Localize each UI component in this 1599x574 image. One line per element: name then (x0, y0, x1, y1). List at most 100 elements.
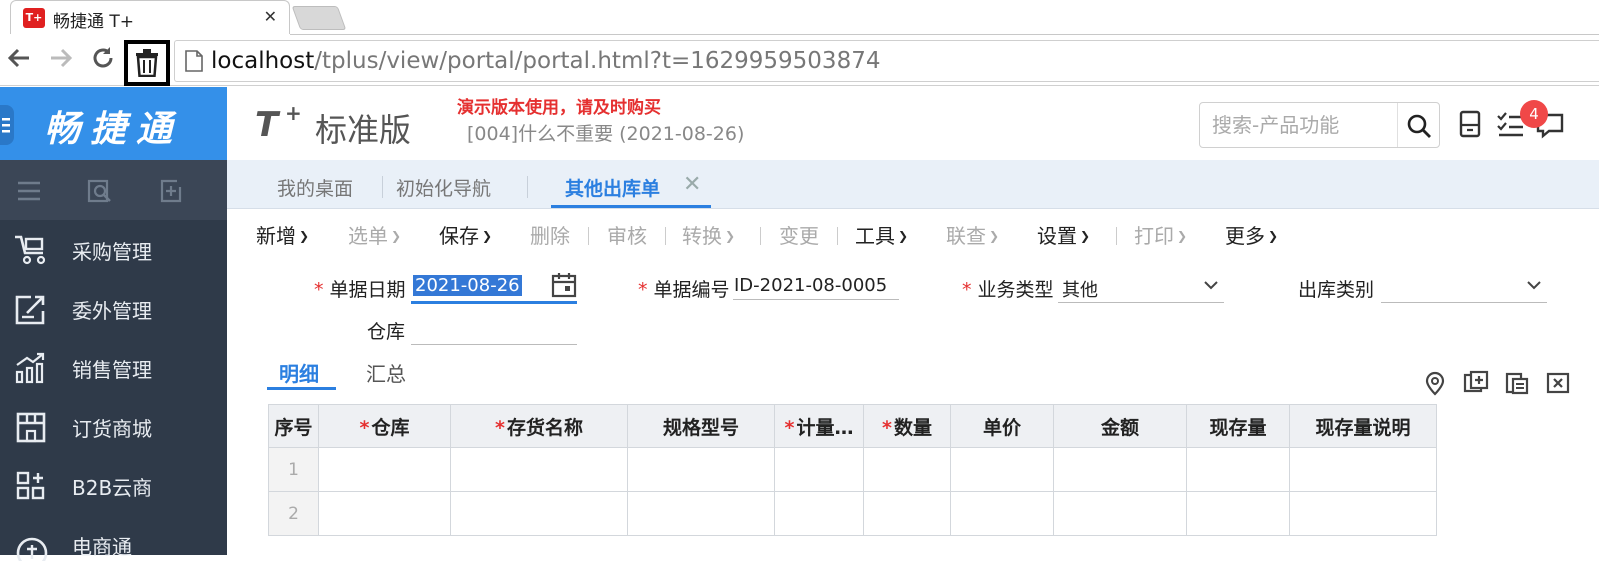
col-header-stock[interactable]: 现存量 (1186, 404, 1290, 448)
date-field-underline (411, 301, 577, 304)
tab-detail[interactable]: 明细 (279, 358, 319, 387)
add-button[interactable]: 新增 ❯ (256, 220, 309, 249)
cell[interactable] (318, 491, 451, 536)
sidebar-item-store[interactable]: 订货商城 (0, 397, 227, 456)
tab-other-outbound[interactable]: 其他出库单 (565, 174, 660, 201)
insert-row-icon[interactable] (1463, 370, 1489, 396)
biz-type-select[interactable]: 其他 (1062, 276, 1098, 302)
print-button[interactable]: 打印 ❯ (1134, 220, 1187, 249)
col-header-amount[interactable]: 金额 (1053, 404, 1187, 448)
cell[interactable] (450, 447, 628, 492)
chevron-down-icon[interactable] (1203, 279, 1219, 291)
cell[interactable] (627, 447, 775, 492)
tab-summary[interactable]: 汇总 (366, 358, 406, 387)
browser-tab[interactable]: T+ 畅捷通 T+ ✕ (10, 0, 290, 34)
save-button[interactable]: 保存 ❯ (439, 220, 492, 249)
search-icon[interactable] (1406, 113, 1432, 139)
cell[interactable] (950, 447, 1054, 492)
chevron-down-icon[interactable] (1526, 279, 1542, 291)
tab-my-desktop[interactable]: 我的桌面 (277, 174, 353, 201)
location-pin-icon[interactable] (1422, 370, 1448, 396)
chevron-down-icon: ❯ (482, 229, 493, 243)
table-row[interactable]: 2 (268, 491, 1437, 536)
sidebar-quick-actions (0, 160, 227, 220)
tools-button[interactable]: 工具 ❯ (855, 220, 908, 249)
cell[interactable] (627, 491, 775, 536)
brand-logo-text: 畅捷通 (44, 109, 183, 150)
new-tab-button[interactable] (291, 6, 347, 30)
search-doc-icon[interactable] (87, 178, 113, 204)
detail-tab-indicator (267, 387, 336, 390)
cell[interactable] (1289, 491, 1437, 536)
tab-close-icon[interactable]: ✕ (264, 7, 277, 26)
date-field[interactable]: 2021-08-26 (413, 275, 522, 296)
required-mark: * (882, 416, 892, 439)
calculator-icon[interactable] (1455, 109, 1485, 139)
cell[interactable] (774, 491, 864, 536)
code-field[interactable]: ID-2021-08-0005 (734, 275, 887, 296)
cell[interactable] (1053, 491, 1187, 536)
col-header-warehouse[interactable]: * 仓库 (318, 404, 451, 448)
select-button[interactable]: 选单 ❯ (348, 220, 401, 249)
sidebar-item-label: 订货商城 (72, 417, 152, 441)
required-mark: * (638, 279, 648, 301)
brand-bar: 畅捷通 (0, 87, 227, 160)
search-input[interactable] (1212, 112, 1392, 138)
tools-label: 工具 (855, 224, 895, 248)
demo-warning: 演示版本使用，请及时购买 (457, 98, 661, 118)
reload-icon[interactable] (86, 44, 120, 78)
cell[interactable] (1053, 447, 1187, 492)
col-header-quantity[interactable]: * 数量 (863, 404, 951, 448)
page-icon (185, 50, 203, 72)
col-header-spec[interactable]: 规格型号 (627, 404, 775, 448)
trash-icon[interactable] (124, 40, 170, 86)
add-doc-icon[interactable] (159, 178, 185, 204)
menu-icon[interactable] (0, 105, 14, 145)
audit-button[interactable]: 审核 (607, 220, 647, 249)
sidebar-item-sales[interactable]: 销售管理 (0, 338, 227, 397)
cell[interactable] (1186, 447, 1290, 492)
list-icon[interactable] (16, 178, 42, 204)
delete-row-icon[interactable] (1545, 370, 1571, 396)
sidebar-item-ecommerce[interactable]: 电商通 (0, 515, 227, 574)
col-header-unit[interactable]: * 计量… (774, 404, 864, 448)
sidebar-item-purchase[interactable]: 采购管理 (0, 220, 227, 279)
copy-row-icon[interactable] (1504, 370, 1530, 396)
change-button[interactable]: 变更 (779, 220, 819, 249)
settings-button[interactable]: 设置 ❯ (1037, 220, 1090, 249)
chevron-down-icon: ❯ (898, 229, 909, 243)
col-header-price[interactable]: 单价 (950, 404, 1054, 448)
convert-label: 转换 (682, 224, 722, 248)
add-label: 新增 (256, 224, 296, 248)
col-header-stock-note[interactable]: 现存量说明 (1289, 404, 1437, 448)
linked-query-button[interactable]: 联查 ❯ (946, 220, 999, 249)
sidebar-item-outsource[interactable]: 委外管理 (0, 279, 227, 338)
cell[interactable] (318, 447, 451, 492)
cell[interactable] (774, 447, 864, 492)
address-bar[interactable]: localhost/tplus/view/portal/portal.html?… (174, 40, 1599, 82)
back-arrow-icon[interactable] (2, 44, 36, 78)
cell[interactable] (863, 447, 951, 492)
forward-arrow-icon[interactable] (44, 44, 78, 78)
sidebar-item-b2b[interactable]: B2B云商 (0, 456, 227, 515)
cell[interactable] (1186, 491, 1290, 536)
cell[interactable] (863, 491, 951, 536)
cell[interactable] (450, 491, 628, 536)
required-mark: * (359, 416, 370, 439)
biz-type-label: * 业务类型 (962, 279, 1054, 301)
row-number: 2 (268, 491, 319, 536)
convert-button[interactable]: 转换 ❯ (682, 220, 735, 249)
col-header-seq[interactable]: 序号 (268, 404, 319, 448)
select-label: 选单 (348, 224, 388, 248)
delete-button[interactable]: 删除 (530, 220, 570, 249)
close-icon[interactable]: ✕ (683, 172, 701, 197)
detail-grid: 序号 * 仓库 * 存货名称 规格型号 * 计量… * 数量 单价 金额 现存量 现存量… (268, 404, 1437, 536)
tab-init-navigation[interactable]: 初始化导航 (396, 174, 491, 201)
cell[interactable] (950, 491, 1054, 536)
cell[interactable] (1289, 447, 1437, 492)
col-header-inventory-name[interactable]: * 存货名称 (450, 404, 628, 448)
calendar-icon[interactable] (551, 272, 577, 298)
table-row[interactable]: 1 (268, 447, 1437, 492)
browser-tab-title: 畅捷通 T+ (53, 12, 135, 32)
more-button[interactable]: 更多 ❯ (1225, 220, 1278, 249)
